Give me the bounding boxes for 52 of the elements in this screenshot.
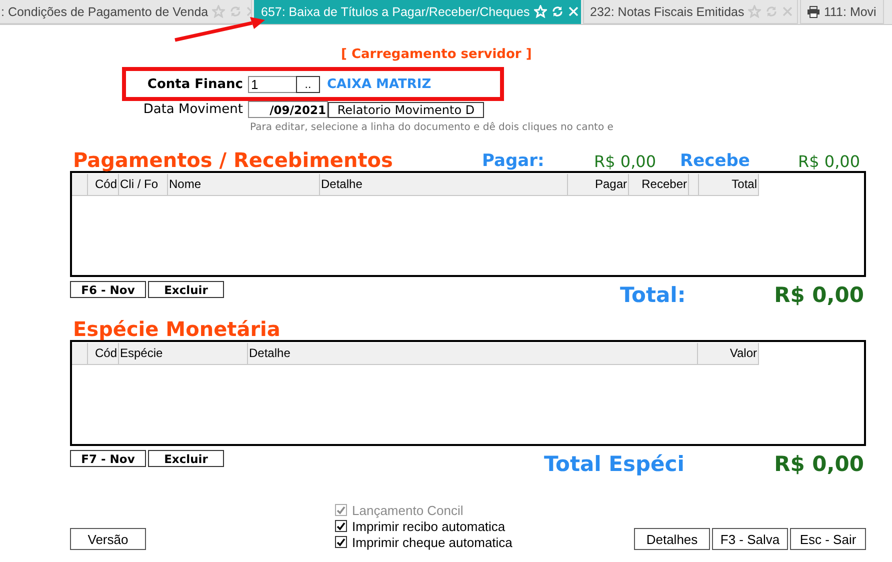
column-header[interactable]: Nome — [168, 174, 320, 195]
status-text: [ Carregamento servidor ] — [341, 47, 532, 63]
date-field[interactable]: /09/2021 — [248, 101, 328, 118]
star-icon[interactable] — [212, 5, 226, 18]
summary-value: R$ 0,00 — [798, 152, 862, 171]
summary-label: Recebe — [680, 151, 751, 171]
section-title: Pagamentos / Recebimentos — [72, 149, 394, 171]
column-header[interactable]: Detalhe — [320, 174, 568, 195]
field-label: Data Moviment — [142, 102, 243, 117]
hint-text: Para editar, selecione a linha do documento e dê dois cliques no canto e — [250, 122, 614, 135]
lookup-button[interactable]: .. — [296, 76, 320, 93]
delete-button[interactable]: Excluir — [148, 281, 224, 298]
exit-button[interactable]: Esc - Sair — [790, 528, 866, 550]
delete-button[interactable]: Excluir — [148, 450, 224, 467]
tab[interactable]: 111: Movi — [800, 0, 884, 24]
column-header[interactable]: Cód — [88, 343, 119, 364]
save-button[interactable]: F3 - Salva — [712, 528, 788, 550]
account-name: CAIXA MATRIZ — [327, 77, 432, 92]
column-header[interactable]: Valor — [698, 343, 759, 364]
section-title: Espécie Monetária — [72, 318, 282, 340]
total-label: Total Espéci — [544, 452, 684, 476]
checkbox-label: Imprimir cheque automatica — [352, 534, 512, 550]
printer-icon — [807, 6, 820, 18]
column-header[interactable]: Receber — [629, 174, 689, 195]
version-button[interactable]: Versão — [70, 528, 146, 550]
column-header[interactable]: Cód — [88, 174, 119, 195]
checkbox-label: Imprimir recibo automatica — [352, 518, 506, 534]
checkbox[interactable] — [335, 520, 347, 532]
checkbox-label: Lançamento Concil — [352, 502, 464, 518]
tab[interactable]: 232: Notas Fiscais Emitidas — [583, 0, 798, 24]
summary-label: Pagar: — [482, 151, 546, 171]
column-header[interactable]: Espécie — [119, 343, 248, 364]
refresh-icon[interactable] — [550, 5, 564, 18]
column-header[interactable]: Detalhe — [248, 343, 698, 364]
new-button[interactable]: F7 - Nov — [70, 450, 146, 467]
field-label: Conta Financ — [146, 77, 243, 92]
column-header[interactable]: Pagar — [568, 174, 629, 195]
total-label: Total: — [620, 283, 686, 307]
data-grid[interactable]: Cód Espécie Detalhe Valor — [70, 340, 866, 446]
summary-value: R$ 0,00 — [594, 152, 658, 171]
checkbox[interactable] — [335, 536, 347, 548]
report-button[interactable]: Relatorio Movimento D — [328, 102, 484, 118]
data-grid[interactable]: Cód Cli / Fo Nome Detalhe Pagar Receber Total — [70, 171, 866, 277]
total-value: R$ 0,00 — [774, 452, 864, 476]
details-button[interactable]: Detalhes — [634, 528, 710, 550]
tab[interactable]: : Condições de Pagamento de Venda — [0, 0, 252, 24]
column-header[interactable]: Total — [699, 174, 759, 195]
star-icon[interactable] — [748, 5, 762, 18]
column-header[interactable]: Cli / Fo — [119, 174, 168, 195]
total-value: R$ 0,00 — [774, 283, 864, 307]
new-button[interactable]: F6 - Nov — [70, 281, 146, 298]
account-field[interactable]: 1 — [248, 76, 296, 93]
